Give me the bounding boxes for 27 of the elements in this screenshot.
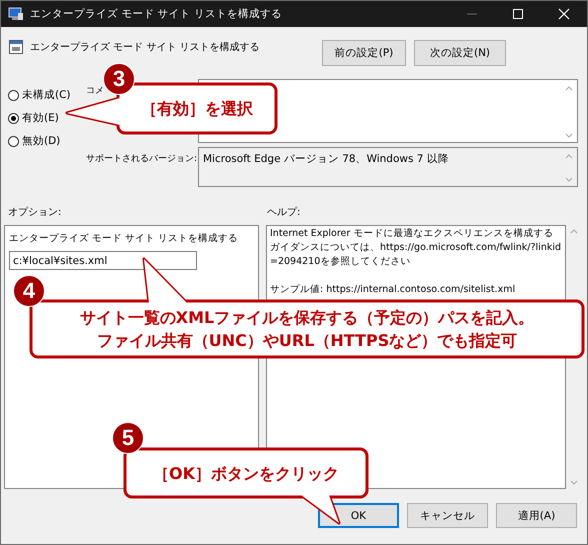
policy-icon [8,39,24,55]
computer-icon [8,7,24,21]
callout-text: ［OK］ボタンをクリック [153,462,339,484]
callout-text: ［有効］を選択 [141,98,253,120]
help-text: Internet Explorer モードに最適なエクスペリエンスを構成するガイダンスについては、https://go.microsoft.com/fwlink/?linkid=2094210を参照してください [270,227,562,269]
radio-option[interactable]: 有効(E) [8,110,59,126]
options-label: オプション: [8,206,62,219]
dialog-button[interactable]: キャンセル [407,503,488,528]
policy-title: エンタープライズ モード サイト リストを構成する [30,40,260,54]
help-text: サンプル値: https://internal.contoso.com/sitelist.xml [270,283,516,297]
dialog-button[interactable]: 適用(A) [496,503,577,528]
radio-button[interactable] [8,136,19,146]
supported-field: Microsoft Edge バージョン 78、Windows 7 以降 [198,147,578,187]
help-label: ヘルプ: [267,206,300,219]
callout-text: サイト一覧のXMLファイルを保存する（予定の）パスを記入。 ファイル共有（UNC）やURL（HTTPSなど）でも指定可 [80,307,534,352]
comment-label: コメ [86,86,104,96]
nav-button[interactable]: 次の設定(N) [414,40,506,66]
radio-button[interactable] [8,90,19,100]
radio-option[interactable]: 無効(D) [8,133,60,149]
path-input-field[interactable]: c:¥local¥sites.xml [9,251,197,270]
radio-button[interactable] [8,112,19,124]
nav-button[interactable]: 前の設定(P) [322,40,406,66]
radio-option[interactable]: 未構成(C) [8,87,71,103]
supported-label: サポートされるバージョン: [86,154,198,164]
window-title: エンタープライズ モード サイト リストを構成する [30,7,282,21]
step-badge: 3 [103,63,135,95]
field-label: エンタープライズ モード サイト リストを構成する [9,232,240,245]
